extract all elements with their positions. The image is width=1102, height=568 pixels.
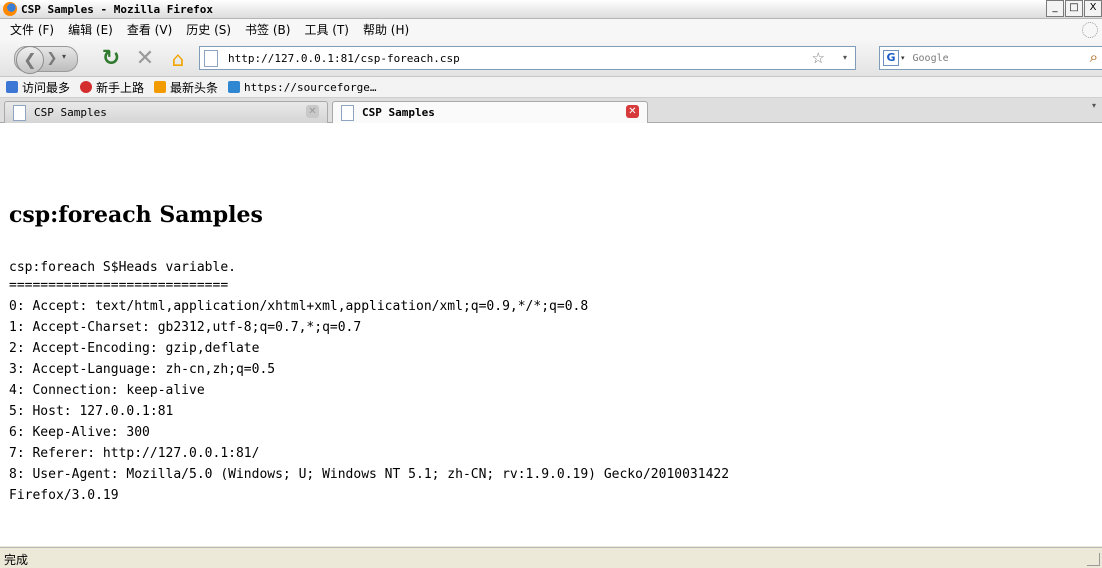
menu-tools[interactable]: 工具 (T) xyxy=(304,21,349,38)
menu-bookmarks[interactable]: 书签 (B) xyxy=(245,21,290,38)
tab-csp-samples-2[interactable]: CSP Samples ✕ xyxy=(332,101,648,123)
url-dropdown-icon[interactable]: ▾ xyxy=(843,53,847,62)
search-engine-dropdown-icon[interactable]: ▾ xyxy=(901,54,905,62)
resize-grip-icon[interactable] xyxy=(1087,553,1100,566)
menu-history[interactable]: 历史 (S) xyxy=(186,21,231,38)
page-title: csp:foreach Samples xyxy=(9,202,263,228)
bookmarks-toolbar: 访问最多 新手上路 最新头条 https://sourceforge… xyxy=(0,77,1102,98)
window-titlebar[interactable]: CSP Samples - Mozilla Firefox _ □ X xyxy=(0,0,1102,19)
header-line: 2: Accept-Encoding: gzip,deflate xyxy=(9,341,260,356)
header-line: Firefox/3.0.19 xyxy=(9,488,119,503)
page-icon xyxy=(13,104,26,121)
forward-arrow-icon[interactable]: ❯ xyxy=(42,49,62,69)
minimize-button[interactable]: _ xyxy=(1046,0,1064,17)
sourceforge-icon xyxy=(228,81,241,93)
tab-csp-samples-1[interactable]: CSP Samples ✕ xyxy=(4,101,328,123)
page-content: csp:foreach Samples csp:foreach S$Heads … xyxy=(0,123,1102,546)
star-icon[interactable]: ☆ xyxy=(812,49,825,67)
search-placeholder[interactable]: Google xyxy=(913,53,949,64)
window-controls: _ □ X xyxy=(1045,0,1102,17)
stop-icon[interactable]: ✕ xyxy=(132,46,158,72)
status-bar: 完成 xyxy=(0,547,1102,568)
firefox-getting-started-icon xyxy=(80,81,93,93)
menu-bar: 文件 (F) 编辑 (E) 查看 (V) 历史 (S) 书签 (B) 工具 (T… xyxy=(0,19,1102,41)
subtitle: csp:foreach S$Heads variable. xyxy=(9,260,236,275)
header-line: 6: Keep-Alive: 300 xyxy=(9,425,150,440)
header-line: 8: User-Agent: Mozilla/5.0 (Windows; U; … xyxy=(9,467,730,482)
header-line: 7: Referer: http://127.0.0.1:81/ xyxy=(9,446,260,461)
header-line: 1: Accept-Charset: gb2312,utf-8;q=0.7,*;… xyxy=(9,320,362,335)
menu-file[interactable]: 文件 (F) xyxy=(10,21,54,38)
most-visited-icon xyxy=(6,81,18,93)
reload-icon[interactable]: ↻ xyxy=(98,46,124,72)
history-dropdown-icon[interactable]: ▾ xyxy=(62,52,72,64)
menu-help[interactable]: 帮助 (H) xyxy=(363,21,409,38)
search-box[interactable]: G ▾ Google ⌕ xyxy=(879,46,1102,70)
page-icon xyxy=(341,104,354,121)
rss-icon xyxy=(154,81,167,93)
home-icon[interactable]: ⌂ xyxy=(165,46,191,72)
menu-view[interactable]: 查看 (V) xyxy=(127,21,172,38)
tab-list-dropdown-icon[interactable]: ▾ xyxy=(1092,101,1102,121)
header-line: 3: Accept-Language: zh-cn,zh;q=0.5 xyxy=(9,362,276,377)
separator: ============================ xyxy=(9,278,229,293)
close-tab-icon[interactable]: ✕ xyxy=(626,105,639,118)
tab-label: CSP Samples xyxy=(34,106,107,119)
bookmark-most-visited[interactable]: 访问最多 xyxy=(6,79,70,96)
close-window-button[interactable]: X xyxy=(1084,0,1102,17)
throbber-icon xyxy=(1082,22,1098,38)
bookmark-sourceforge[interactable]: https://sourceforge… xyxy=(228,81,377,94)
page-icon xyxy=(204,49,218,67)
firefox-logo-icon xyxy=(3,2,17,16)
bookmark-getting-started[interactable]: 新手上路 xyxy=(80,79,144,96)
tab-label: CSP Samples xyxy=(362,106,435,119)
header-line: 5: Host: 127.0.0.1:81 xyxy=(9,404,174,419)
close-tab-icon[interactable]: ✕ xyxy=(306,105,319,118)
url-text[interactable]: http://127.0.0.1:81/csp-foreach.csp xyxy=(228,52,460,65)
status-text: 完成 xyxy=(4,553,29,567)
back-arrow-icon[interactable]: ❮ xyxy=(16,46,44,74)
window-title: CSP Samples - Mozilla Firefox xyxy=(21,2,214,16)
maximize-button[interactable]: □ xyxy=(1065,0,1083,17)
google-icon[interactable]: G xyxy=(883,50,899,66)
navigation-toolbar: ❮ ❯ ▾ ↻ ✕ ⌂ http://127.0.0.1:81/csp-fore… xyxy=(0,40,1102,77)
url-bar[interactable]: http://127.0.0.1:81/csp-foreach.csp ☆ ▾ xyxy=(199,46,856,70)
header-line: 4: Connection: keep-alive xyxy=(9,383,205,398)
header-line: 0: Accept: text/html,application/xhtml+x… xyxy=(9,299,589,314)
menu-edit[interactable]: 编辑 (E) xyxy=(68,21,113,38)
bookmark-latest-headlines[interactable]: 最新头条 xyxy=(154,79,218,96)
magnifier-icon[interactable]: ⌕ xyxy=(1090,48,1098,66)
tab-strip: CSP Samples ✕ CSP Samples ✕ ▾ xyxy=(0,98,1102,123)
